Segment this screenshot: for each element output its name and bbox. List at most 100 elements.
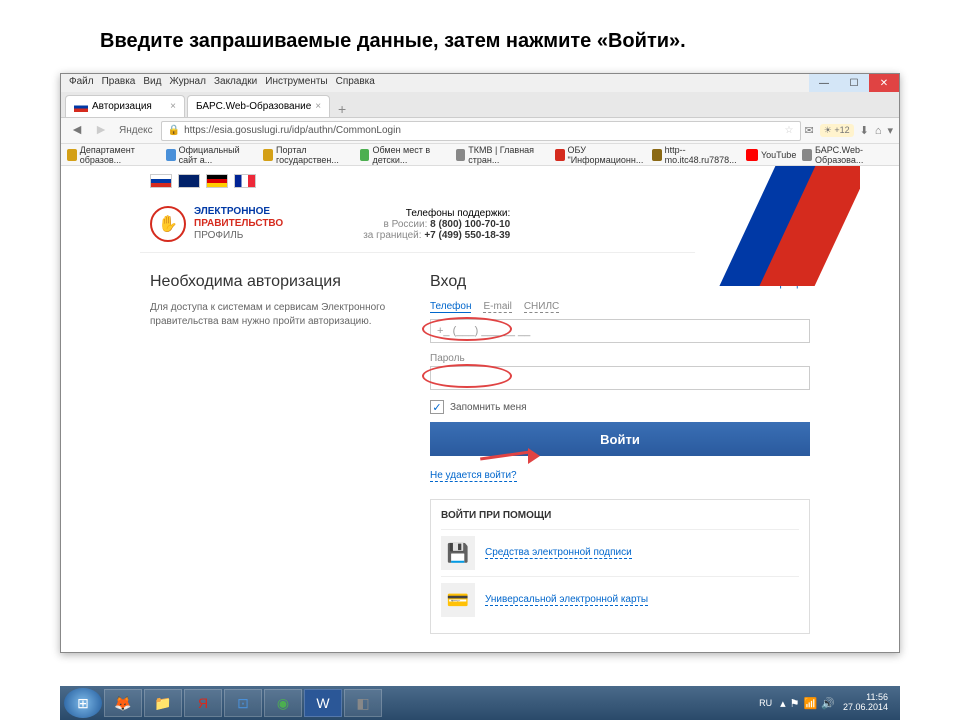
lang-fr[interactable] xyxy=(234,174,256,188)
tab-close-icon[interactable]: × xyxy=(315,101,321,112)
taskbar-app[interactable]: ⊡ xyxy=(224,689,262,717)
password-input[interactable] xyxy=(430,366,810,390)
slide-instruction: Введите запрашиваемые данные, затем нажм… xyxy=(0,0,960,73)
bookmark-item[interactable]: Департамент образов... xyxy=(67,145,160,165)
tray-action-icon[interactable]: ⚑ xyxy=(790,697,800,710)
phone-ru: 8 (800) 100-70-10 xyxy=(430,219,510,230)
taskbar-word[interactable]: W xyxy=(304,689,342,717)
menu-tools[interactable]: Инструменты xyxy=(265,76,327,90)
lock-icon: 🔒 xyxy=(168,125,180,136)
logo-icon: ✋ xyxy=(150,206,186,242)
taskbar-firefox[interactable]: 🦊 xyxy=(104,689,142,717)
bookmark-item[interactable]: ТКМВ | Главная стран... xyxy=(456,145,549,165)
remember-row: ✓ Запомнить меня xyxy=(430,400,810,414)
bookmark-item[interactable]: Официальный сайт а... xyxy=(166,145,257,165)
remember-checkbox[interactable]: ✓ xyxy=(430,400,444,414)
home-icon[interactable]: ⌂ xyxy=(875,125,882,137)
menu-history[interactable]: Журнал xyxy=(169,76,206,90)
taskbar-app[interactable]: Я xyxy=(184,689,222,717)
menu-view[interactable]: Вид xyxy=(143,76,161,90)
nav-back-icon[interactable]: ◄ xyxy=(67,121,87,141)
ru-flag-icon xyxy=(74,102,88,112)
tab-close-icon[interactable]: × xyxy=(170,101,176,112)
alt-card-label: Универсальной электронной карты xyxy=(485,594,648,606)
toolbar-icons: ✉ ☀ +12 ⬇ ⌂ ▾ xyxy=(805,124,893,137)
system-tray: RU ▴ ⚑ 📶 🔊 11:56 27.06.2014 xyxy=(759,693,896,713)
alt-login-title: ВОЙТИ ПРИ ПОМОЩИ xyxy=(441,510,799,521)
bookmark-item[interactable]: ОБУ "Информационн... xyxy=(555,145,646,165)
taskbar-chrome[interactable]: ◉ xyxy=(264,689,302,717)
tab-email[interactable]: E-mail xyxy=(483,301,511,313)
support-phones: Телефоны поддержки: в России: 8 (800) 10… xyxy=(363,208,510,241)
weather-badge[interactable]: ☀ +12 xyxy=(820,124,854,137)
bookmark-item[interactable]: YouTube xyxy=(746,149,796,161)
alt-option-esign[interactable]: 💾 Средства электронной подписи xyxy=(441,529,799,576)
bookmark-icon xyxy=(166,149,176,161)
password-label: Пароль xyxy=(430,353,810,364)
bookmark-item[interactable]: Обмен мест в детски... xyxy=(360,145,450,165)
auth-info: Необходима авторизация Для доступа к сис… xyxy=(150,273,410,634)
taskbar: ⊞ 🦊 📁 Я ⊡ ◉ W ◧ RU ▴ ⚑ 📶 🔊 11:56 27.06.2… xyxy=(60,686,900,720)
window-close[interactable]: ✕ xyxy=(869,74,899,92)
menu-bookmarks[interactable]: Закладки xyxy=(214,76,257,90)
bookmark-icon xyxy=(555,149,565,161)
window-maximize[interactable]: ☐ xyxy=(839,74,869,92)
logo-line3: ПРОФИЛЬ xyxy=(194,230,283,242)
taskbar-app[interactable]: ◧ xyxy=(344,689,382,717)
tabs-bar: Авторизация × БАРС.Web-Образование × + xyxy=(61,92,899,118)
flag-ribbon xyxy=(560,166,860,286)
download-icon[interactable]: ⬇ xyxy=(860,124,869,137)
alt-option-card[interactable]: 💳 Универсальной электронной карты xyxy=(441,576,799,623)
card-icon: 💳 xyxy=(441,583,475,617)
bookmark-item[interactable]: Портал государствен... xyxy=(263,145,353,165)
phone-abroad: +7 (499) 550-18-39 xyxy=(424,230,510,241)
menu-icon[interactable]: ▾ xyxy=(887,124,893,137)
tab-label: БАРС.Web-Образование xyxy=(196,101,311,112)
bookmarks-bar: Департамент образов... Официальный сайт … xyxy=(61,144,899,166)
lang-en[interactable] xyxy=(178,174,200,188)
browser-window: — ☐ ✕ Файл Правка Вид Журнал Закладки Ин… xyxy=(60,73,900,653)
logo-line1: ЭЛЕКТРОННОЕ xyxy=(194,206,283,218)
tab-phone[interactable]: Телефон xyxy=(430,301,471,313)
tab-auth[interactable]: Авторизация × xyxy=(65,95,185,117)
menu-help[interactable]: Справка xyxy=(336,76,375,90)
window-minimize[interactable]: — xyxy=(809,74,839,92)
lang-indicator[interactable]: RU xyxy=(759,698,772,708)
tab-bars[interactable]: БАРС.Web-Образование × xyxy=(187,95,330,117)
tab-add-button[interactable]: + xyxy=(332,101,352,117)
start-button[interactable]: ⊞ xyxy=(64,688,102,718)
tray-flag-icon[interactable]: ▴ xyxy=(780,697,786,710)
login-title: Вход xyxy=(430,273,466,291)
bookmark-icon xyxy=(263,149,273,161)
bookmark-item[interactable]: http--mo.itc48.ru7878... xyxy=(652,145,740,165)
menu-file[interactable]: Файл xyxy=(69,76,94,90)
tab-snils[interactable]: СНИЛС xyxy=(524,301,559,313)
auth-title: Необходима авторизация xyxy=(150,273,410,291)
bookmark-icon xyxy=(456,149,466,161)
login-button[interactable]: Войти xyxy=(430,422,810,456)
favorite-icon[interactable]: ☆ xyxy=(785,125,794,136)
bookmark-icon xyxy=(652,149,662,161)
lang-ru[interactable] xyxy=(150,174,172,188)
taskbar-clock[interactable]: 11:56 27.06.2014 xyxy=(843,693,888,713)
url-input[interactable]: 🔒 https://esia.gosuslugi.ru/idp/authn/Co… xyxy=(161,121,801,141)
tray-network-icon[interactable]: 📶 xyxy=(804,697,818,710)
taskbar-explorer[interactable]: 📁 xyxy=(144,689,182,717)
tray-sound-icon[interactable]: 🔊 xyxy=(821,697,835,710)
nav-forward-icon[interactable]: ► xyxy=(91,121,111,141)
bookmark-icon xyxy=(67,149,77,161)
logo: ✋ ЭЛЕКТРОННОЕ ПРАВИТЕЛЬСТВО ПРОФИЛЬ xyxy=(150,206,283,242)
tab-label: Авторизация xyxy=(92,101,152,112)
mail-icon[interactable]: ✉ xyxy=(805,124,814,137)
alt-esign-label: Средства электронной подписи xyxy=(485,547,632,559)
menu-edit[interactable]: Правка xyxy=(102,76,136,90)
bookmark-item[interactable]: БАРС.Web-Образова... xyxy=(802,145,893,165)
bookmark-icon xyxy=(802,149,812,161)
phone-input[interactable] xyxy=(430,319,810,343)
forgot-password-link[interactable]: Не удается войти? xyxy=(430,470,517,482)
lang-de[interactable] xyxy=(206,174,228,188)
youtube-icon xyxy=(746,149,758,161)
remember-label: Запомнить меня xyxy=(450,402,527,413)
logo-line2: ПРАВИТЕЛЬСТВО xyxy=(194,218,283,230)
window-controls: — ☐ ✕ xyxy=(809,74,899,92)
